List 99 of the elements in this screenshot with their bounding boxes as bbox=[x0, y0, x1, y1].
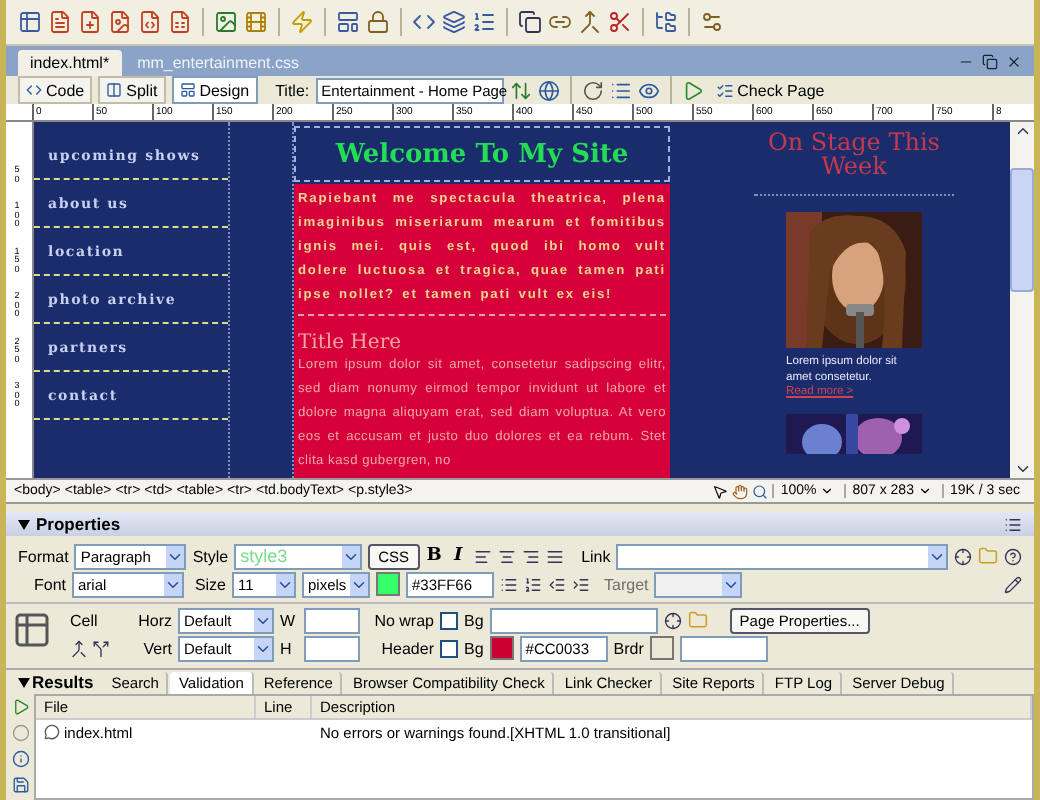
scissors-icon[interactable] bbox=[608, 10, 632, 34]
play-icon[interactable] bbox=[681, 79, 704, 101]
field-label: Header bbox=[379, 639, 434, 657]
field-label: Target bbox=[604, 575, 649, 593]
caret-icon[interactable] bbox=[917, 484, 932, 498]
align-center-icon[interactable] bbox=[497, 547, 516, 565]
numbered-list-icon[interactable] bbox=[472, 10, 496, 34]
color-swatch[interactable] bbox=[649, 636, 674, 660]
field-label: Font bbox=[31, 575, 66, 593]
field-label: Format bbox=[18, 547, 69, 565]
code-view-icon bbox=[26, 82, 42, 98]
bullet-list-icon[interactable] bbox=[500, 575, 518, 593]
view-button[interactable]: Split bbox=[98, 76, 166, 104]
section-title: Title Here bbox=[298, 332, 404, 354]
image-icon[interactable] bbox=[214, 10, 238, 34]
field-label: H bbox=[280, 639, 294, 657]
play-icon[interactable] bbox=[11, 698, 29, 716]
field-label: W bbox=[280, 611, 298, 629]
search-icon[interactable] bbox=[752, 483, 769, 499]
no-wrap-checkbox[interactable] bbox=[440, 611, 458, 629]
field-label: Brdr bbox=[613, 639, 644, 657]
split-view-icon bbox=[106, 82, 123, 98]
bold-button[interactable]: B bbox=[425, 546, 444, 566]
sidebar-heading: On Stage This Week bbox=[754, 122, 954, 196]
code-icon[interactable] bbox=[412, 10, 436, 34]
caret-icon[interactable] bbox=[820, 484, 835, 498]
link-icon[interactable] bbox=[548, 10, 572, 34]
field-label: Style bbox=[192, 547, 229, 565]
checklist-icon bbox=[715, 81, 734, 99]
color-swatch[interactable] bbox=[489, 636, 514, 660]
restore-icon[interactable] bbox=[982, 53, 998, 69]
table-cell-icon bbox=[12, 610, 52, 650]
align-right-icon[interactable] bbox=[521, 547, 540, 565]
info-icon[interactable] bbox=[11, 750, 29, 768]
document-icon[interactable] bbox=[48, 10, 72, 34]
new-file-icon[interactable] bbox=[78, 10, 102, 34]
split-cell-icon[interactable] bbox=[92, 639, 110, 657]
field-label: Size bbox=[192, 575, 226, 593]
link-field[interactable] bbox=[616, 543, 948, 569]
message-icon bbox=[44, 724, 60, 740]
field-label: Bg bbox=[464, 639, 484, 657]
panel-menu-icon[interactable] bbox=[1004, 515, 1022, 533]
field-label: Vert bbox=[141, 639, 172, 657]
cell-label: Cell bbox=[70, 611, 100, 629]
header-checkbox[interactable] bbox=[440, 639, 458, 657]
align-left-icon[interactable] bbox=[473, 547, 492, 565]
indent-icon[interactable] bbox=[572, 575, 590, 593]
image-file-icon[interactable] bbox=[108, 10, 132, 34]
numbered-list-icon[interactable] bbox=[524, 575, 542, 593]
copy-icon[interactable] bbox=[518, 10, 542, 34]
table-icon[interactable] bbox=[18, 10, 42, 34]
panel-title: Results bbox=[32, 672, 94, 692]
eye-icon[interactable] bbox=[637, 79, 660, 101]
help-icon[interactable] bbox=[1004, 547, 1022, 565]
film-icon[interactable] bbox=[244, 10, 268, 34]
field-label: Link bbox=[581, 547, 611, 565]
code-file-icon[interactable] bbox=[138, 10, 162, 34]
outdent-icon[interactable] bbox=[548, 575, 566, 593]
layers-icon[interactable] bbox=[442, 10, 466, 34]
save-icon[interactable] bbox=[11, 776, 29, 794]
spreadsheet-icon[interactable] bbox=[168, 10, 192, 34]
scroll-down-icon[interactable] bbox=[1013, 460, 1031, 478]
merge-icon[interactable] bbox=[578, 10, 602, 34]
scroll-up-icon[interactable] bbox=[1013, 122, 1031, 140]
refresh-icon[interactable] bbox=[581, 79, 604, 101]
crosshair-icon[interactable] bbox=[663, 611, 682, 629]
panel-title: Properties bbox=[36, 514, 121, 534]
field-label: Horz bbox=[136, 611, 172, 629]
hand-icon[interactable] bbox=[732, 483, 749, 499]
align-justify-icon[interactable] bbox=[545, 547, 564, 565]
width-field[interactable] bbox=[304, 607, 360, 633]
view-button[interactable]: Design bbox=[171, 76, 258, 104]
height-field[interactable] bbox=[304, 635, 360, 661]
field-label: Bg bbox=[464, 611, 484, 629]
title-label: Title: bbox=[275, 81, 310, 99]
page-heading: Welcome To My Site bbox=[294, 126, 670, 182]
pencil-icon[interactable] bbox=[1004, 575, 1022, 593]
background-image-field[interactable] bbox=[489, 607, 658, 633]
close-icon[interactable] bbox=[1006, 53, 1022, 69]
document-tab[interactable]: index.html* bbox=[18, 50, 122, 76]
template-icon[interactable] bbox=[336, 10, 360, 34]
collapse-triangle-icon[interactable] bbox=[18, 519, 30, 529]
border-color-field[interactable] bbox=[679, 635, 768, 661]
color-swatch[interactable] bbox=[376, 572, 400, 596]
check-page-button[interactable]: Check Page bbox=[709, 78, 831, 102]
pointer-icon[interactable] bbox=[712, 483, 729, 499]
settings-icon[interactable] bbox=[700, 10, 724, 34]
field-label: No wrap bbox=[372, 611, 434, 629]
lock-icon[interactable] bbox=[366, 10, 390, 34]
view-button[interactable]: Code bbox=[18, 76, 93, 104]
folder-tree-icon[interactable] bbox=[654, 10, 678, 34]
collapse-triangle-icon[interactable] bbox=[18, 677, 30, 687]
globe-icon[interactable] bbox=[537, 79, 560, 101]
merge-cells-icon[interactable] bbox=[70, 639, 88, 657]
italic-button[interactable]: I bbox=[449, 546, 468, 566]
up-down-arrows-icon[interactable] bbox=[509, 79, 532, 101]
design-view-icon bbox=[179, 82, 196, 98]
scrollbar[interactable] bbox=[1010, 122, 1034, 478]
crosshair-icon[interactable] bbox=[954, 547, 972, 565]
